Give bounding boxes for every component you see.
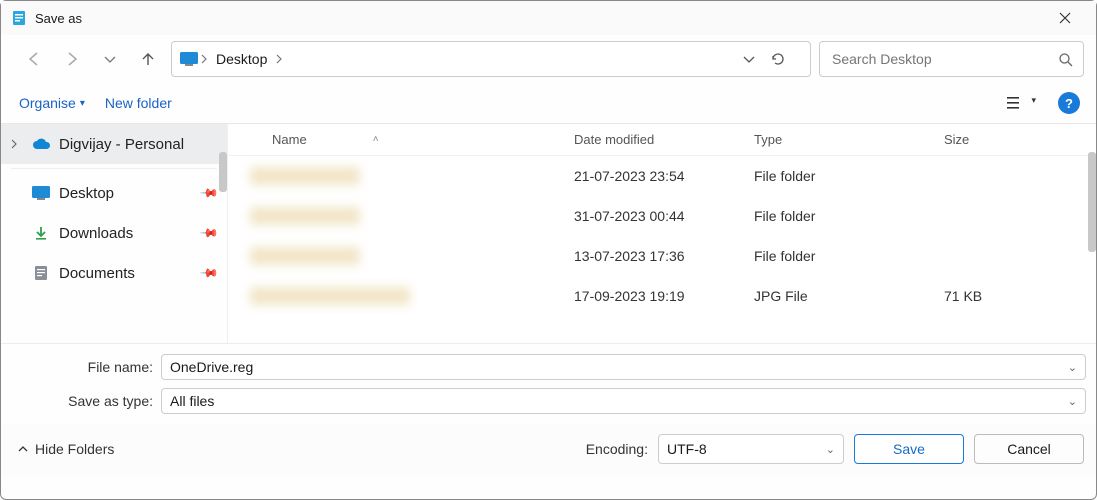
filename-label: File name: [11,359,161,375]
column-label: Name [272,132,307,147]
cancel-button[interactable]: Cancel [974,434,1084,464]
cell-type: File folder [754,208,906,224]
toolbar: Organise ▾ New folder ▾ ? [1,87,1096,123]
hide-folders-button[interactable]: Hide Folders [17,441,114,457]
cell-date: 17-09-2023 19:19 [574,288,754,304]
sidebar-item-onedrive[interactable]: Digvijay - Personal [1,124,227,164]
breadcrumb-desktop[interactable]: Desktop [210,51,273,67]
file-row[interactable]: 21-07-2023 23:54 File folder [228,156,1096,196]
close-button[interactable] [1042,3,1088,33]
document-icon [31,265,51,281]
organise-label: Organise [19,95,76,111]
recent-locations-button[interactable] [95,44,125,74]
app-icon [11,10,27,26]
sidebar-item-label: Documents [59,265,194,282]
cell-type: JPG File [754,288,906,304]
title-bar: Save as [1,1,1096,35]
filename-value: OneDrive.reg [170,359,253,375]
forward-button[interactable] [57,44,87,74]
bottom-bar: Hide Folders Encoding: UTF-8 ⌄ Save Canc… [1,424,1096,476]
cell-date: 13-07-2023 17:36 [574,248,754,264]
search-input[interactable] [830,50,1058,68]
pin-icon: 📌 [199,223,219,243]
main-content: Digvijay - Personal Desktop 📌 Downloads … [1,123,1096,343]
hide-folders-label: Hide Folders [35,441,114,457]
navigation-row: Desktop [1,35,1096,87]
column-size[interactable]: Size [906,132,1026,147]
address-bar[interactable]: Desktop [171,41,811,77]
blurred-filename [250,247,360,265]
search-icon [1058,52,1073,67]
cell-date: 31-07-2023 00:44 [574,208,754,224]
pin-icon: 📌 [199,183,219,203]
sidebar-item-label: Digvijay - Personal [59,136,217,153]
cell-date: 21-07-2023 23:54 [574,168,754,184]
sidebar-item-documents[interactable]: Documents 📌 [1,253,227,293]
desktop-icon [180,50,198,68]
cell-type: File folder [754,248,906,264]
up-button[interactable] [133,44,163,74]
chevron-down-icon[interactable]: ⌄ [1068,395,1077,408]
sidebar-item-label: Desktop [59,185,194,202]
encoding-select[interactable]: UTF-8 ⌄ [658,434,844,464]
column-headers: Name ˄ Date modified Type Size [228,124,1096,156]
sidebar-item-desktop[interactable]: Desktop 📌 [1,173,227,213]
new-folder-button[interactable]: New folder [105,95,172,111]
blurred-filename [250,207,360,225]
save-button[interactable]: Save [854,434,964,464]
cell-type: File folder [754,168,906,184]
chevron-right-icon[interactable] [9,139,23,149]
chevron-down-icon[interactable]: ⌄ [826,443,835,456]
download-icon [31,225,51,241]
pin-icon: 📌 [199,263,219,283]
file-list: Name ˄ Date modified Type Size 21-07-202… [227,124,1096,343]
desktop-icon [31,186,51,200]
chevron-down-icon: ▾ [80,98,85,109]
chevron-right-icon[interactable] [273,54,285,64]
sidebar-item-downloads[interactable]: Downloads 📌 [1,213,227,253]
encoding-value: UTF-8 [667,441,707,457]
window-title: Save as [35,11,82,26]
search-box[interactable] [819,41,1084,77]
back-button[interactable] [19,44,49,74]
chevron-down-icon[interactable]: ⌄ [1068,361,1077,374]
folder-tree: Digvijay - Personal Desktop 📌 Downloads … [1,124,227,343]
refresh-button[interactable] [770,51,806,67]
view-options-button[interactable]: ▾ [1002,89,1030,117]
sort-indicator-icon: ˄ [313,134,379,145]
blurred-filename [250,167,360,185]
file-row[interactable]: 17-09-2023 19:19 JPG File 71 KB [228,276,1096,316]
encoding-label: Encoding: [586,441,648,457]
cell-size: 71 KB [906,288,1026,304]
help-button[interactable]: ? [1058,92,1080,114]
sidebar-scrollbar[interactable] [219,124,227,343]
list-scrollbar[interactable] [1088,124,1096,343]
column-type[interactable]: Type [754,132,906,147]
saveastype-value: All files [170,393,214,409]
filename-input[interactable]: OneDrive.reg ⌄ [161,354,1086,380]
blurred-filename [250,287,410,305]
save-form: File name: OneDrive.reg ⌄ Save as type: … [1,343,1096,424]
file-row[interactable]: 13-07-2023 17:36 File folder [228,236,1096,276]
sidebar-item-label: Downloads [59,225,194,242]
column-name[interactable]: Name ˄ [228,132,574,147]
chevron-up-icon [17,443,29,455]
saveastype-label: Save as type: [11,393,161,409]
saveastype-select[interactable]: All files ⌄ [161,388,1086,414]
file-row[interactable]: 31-07-2023 00:44 File folder [228,196,1096,236]
column-date-modified[interactable]: Date modified [574,132,754,147]
chevron-right-icon[interactable] [198,54,210,64]
cloud-icon [31,137,51,151]
address-history-button[interactable] [742,52,770,66]
organise-menu[interactable]: Organise ▾ [19,95,85,111]
